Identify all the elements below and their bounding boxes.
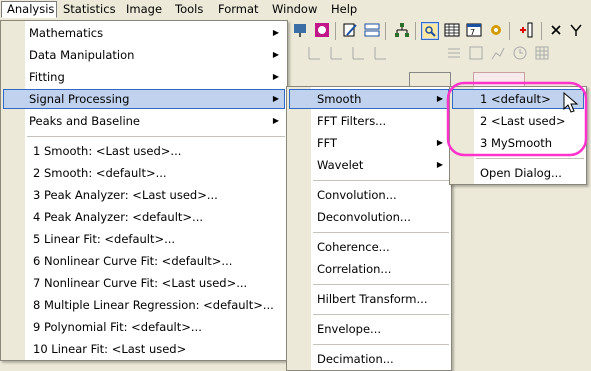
menu-item-fft-filters[interactable]: FFT Filters... xyxy=(289,111,449,131)
layer-icon[interactable] xyxy=(313,22,331,40)
recent-item-10[interactable]: 10 Linear Fit: <Last used> xyxy=(3,339,285,359)
submenu-arrow-icon: ▶ xyxy=(272,72,279,81)
recent-item-3[interactable]: 3 Peak Analyzer: <Last used>... xyxy=(3,185,285,205)
menu-tools[interactable]: Tools xyxy=(170,1,208,18)
menu-item-decimation[interactable]: Decimation... xyxy=(289,349,449,369)
chart-icon[interactable] xyxy=(489,45,507,63)
distribute-icon[interactable] xyxy=(445,45,463,63)
menu-item-envelope[interactable]: Envelope... xyxy=(289,319,449,339)
menu-format[interactable]: Format xyxy=(213,1,264,18)
recent-item-8[interactable]: 8 Multiple Linear Regression: <default>.… xyxy=(3,295,285,315)
svg-text:7: 7 xyxy=(470,28,475,37)
recent-item-9[interactable]: 9 Polynomial Fit: <default>... xyxy=(3,317,285,337)
menu-item-hilbert-transform[interactable]: Hilbert Transform... xyxy=(289,289,449,309)
analysis-menu: Mathematics ▶ Data Manipulation ▶ Fitting ▶… xyxy=(0,20,288,361)
menu-item-signal-processing[interactable]: Signal Processing ▶ xyxy=(3,89,285,109)
close-icon[interactable] xyxy=(547,22,565,40)
menu-help[interactable]: Help xyxy=(326,1,362,18)
submenu-arrow-icon: ▶ xyxy=(272,50,279,59)
submenu-arrow-icon: ▶ xyxy=(272,28,279,37)
align-left-icon[interactable] xyxy=(305,45,323,63)
menu-item-data-manipulation[interactable]: Data Manipulation ▶ xyxy=(3,45,285,65)
submenu-arrow-icon: ▶ xyxy=(272,94,279,103)
menu-item-fft[interactable]: FFT ▶ xyxy=(289,133,449,153)
align-top-icon[interactable] xyxy=(371,45,389,63)
recent-item-4[interactable]: 4 Peak Analyzer: <default>... xyxy=(3,207,285,227)
menu-image[interactable]: Image xyxy=(121,1,167,18)
menu-item-fitting[interactable]: Fitting ▶ xyxy=(3,67,285,87)
align-center-icon[interactable] xyxy=(327,45,345,63)
table-icon[interactable] xyxy=(533,45,551,63)
edit-notes-icon[interactable] xyxy=(341,22,359,40)
menu-item-peaks-baseline[interactable]: Peaks and Baseline ▶ xyxy=(3,111,285,131)
menu-statistics[interactable]: Statistics xyxy=(58,1,121,18)
menu-item-wavelet[interactable]: Wavelet ▶ xyxy=(289,155,449,175)
menu-item-deconvolution[interactable]: Deconvolution... xyxy=(289,207,449,227)
submenu-arrow-icon: ▶ xyxy=(436,94,443,103)
clock-icon[interactable] xyxy=(511,45,529,63)
worksheet-icon[interactable] xyxy=(443,22,461,40)
gear-icon[interactable] xyxy=(487,22,505,40)
recent-item-6[interactable]: 6 Nonlinear Curve Fit: <default>... xyxy=(3,251,285,271)
menu-item-mathematics[interactable]: Mathematics ▶ xyxy=(3,23,285,43)
submenu-arrow-icon: ▶ xyxy=(272,116,279,125)
submenu-arrow-icon: ▶ xyxy=(436,138,443,147)
align-right-icon[interactable] xyxy=(349,45,367,63)
toolbar-row-1: 7 xyxy=(285,22,591,44)
recent-item-5[interactable]: 5 Linear Fit: <default>... xyxy=(3,229,285,249)
slideshow-icon[interactable] xyxy=(291,22,309,40)
menu-item-smooth[interactable]: Smooth ▶ xyxy=(289,89,449,109)
add-column-icon[interactable] xyxy=(517,22,535,40)
mouse-cursor-icon xyxy=(563,92,579,113)
search-icon[interactable] xyxy=(421,22,439,40)
menu-item-convolution[interactable]: Convolution... xyxy=(289,185,449,205)
menu-item-open-dialog[interactable]: Open Dialog... xyxy=(452,163,584,183)
split-window-icon[interactable] xyxy=(363,22,381,40)
grid-icon[interactable] xyxy=(467,45,485,63)
menu-window[interactable]: Window xyxy=(267,1,322,18)
filter-icon[interactable] xyxy=(567,22,585,40)
recent-item-7[interactable]: 7 Nonlinear Curve Fit: <Last used>... xyxy=(3,273,285,293)
recent-item-2[interactable]: 2 Smooth: <default>... xyxy=(3,163,285,183)
recent-item-1[interactable]: 1 Smooth: <Last used>... xyxy=(3,141,285,161)
toolbar-row-2 xyxy=(285,45,591,67)
tree-icon[interactable] xyxy=(393,22,411,40)
calendar-icon[interactable]: 7 xyxy=(465,22,483,40)
submenu-arrow-icon: ▶ xyxy=(436,160,443,169)
signal-processing-menu: Smooth ▶ FFT Filters... FFT ▶ Wavelet ▶ Con… xyxy=(286,86,452,371)
menu-item-coherence[interactable]: Coherence... xyxy=(289,237,449,257)
menu-item-correlation[interactable]: Correlation... xyxy=(289,259,449,279)
menu-analysis[interactable]: Analysis xyxy=(1,1,57,18)
menu-bar: Analysis Statistics Image Tools Format W… xyxy=(0,0,591,20)
